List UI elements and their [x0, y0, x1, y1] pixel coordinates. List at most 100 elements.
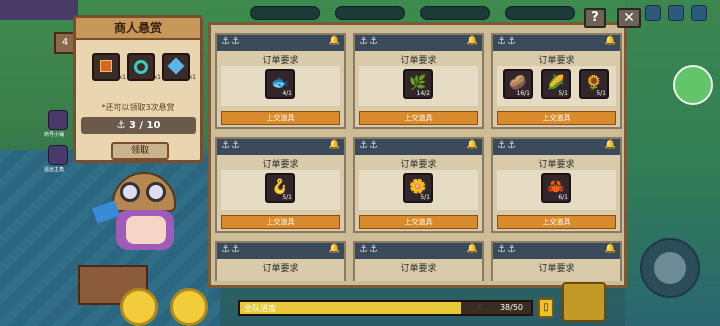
shop-icon[interactable]	[48, 110, 68, 130]
top-hud	[240, 2, 720, 24]
card-header: ⚓⚓ 🔔	[493, 139, 620, 155]
submit-items-button[interactable]: 上交道具	[359, 215, 478, 229]
green-plant-icon[interactable]: 🌿 14/2	[403, 69, 433, 99]
anchor-icon: ⚓	[116, 120, 129, 131]
claim-button[interactable]: 领取	[111, 142, 169, 160]
anchor-icon: ⚓⚓	[359, 36, 379, 47]
treasure-box-icon	[100, 60, 112, 72]
order-card: ⚓⚓ 🔔 订单要求	[215, 241, 346, 281]
order-card: ⚓⚓ 🔔 订单要求 🐟 4/1 上交道具	[215, 33, 346, 129]
bounty-count: ⚓ 3 / 10	[81, 117, 196, 134]
order-title: 订单要求	[400, 56, 437, 66]
teal-ring-icon	[134, 60, 148, 74]
hero-icon[interactable]	[48, 145, 68, 165]
bell-icon: 🔔	[604, 140, 616, 150]
hud-resource-pill	[420, 6, 490, 20]
crab-icon[interactable]: 🦀 6/1	[541, 173, 571, 203]
card-header: ⚓⚓ 🔔	[355, 35, 482, 51]
anchor-icon: ⚓⚓	[359, 140, 379, 151]
bell-icon: 🔔	[328, 244, 340, 254]
bounty-note: *还可以领取3次悬赏	[101, 103, 175, 112]
items-area: 🌿 14/2	[359, 66, 478, 106]
order-title: 订单要求	[262, 56, 299, 66]
card-header: ⚓⚓ 🔔	[217, 243, 344, 259]
orders-grid: ⚓⚓ 🔔 订单要求 🐟 4/1 上交道具 ⚓⚓ 🔔 订单要求 🌿 14/2 上交道具 ⚓…	[215, 33, 622, 281]
top-left-strip	[0, 0, 78, 20]
order-title: 订单要求	[400, 160, 437, 170]
flower-icon[interactable]: 🌼 5/1	[403, 173, 433, 203]
bell-icon: 🔔	[466, 244, 478, 254]
goggle-left-icon	[120, 182, 140, 202]
side-label: 商号小铺	[44, 132, 65, 138]
face-icon	[126, 216, 166, 244]
settings-icon[interactable]	[691, 5, 707, 21]
submit-items-button[interactable]: 上交道具	[221, 215, 340, 229]
bounty-reward-slot[interactable]: x1	[162, 53, 196, 81]
help-button[interactable]: ?	[584, 8, 606, 28]
progress-reward-icon[interactable]: ▯	[538, 298, 554, 318]
anchor-icon: ⚓⚓	[221, 244, 241, 255]
treasure-chest-icon[interactable]	[562, 282, 606, 322]
order-title: 订单要求	[538, 160, 575, 170]
chat-icon[interactable]	[673, 65, 713, 105]
hud-resource-pill	[250, 6, 320, 20]
order-title: 订单要求	[262, 264, 299, 274]
hud-resource-pill	[505, 6, 575, 20]
items-area: 🦀 6/1	[497, 170, 616, 210]
bell-icon: 🔔	[466, 36, 478, 46]
order-title: 订单要求	[538, 56, 575, 66]
submit-items-button[interactable]: 上交道具	[221, 111, 340, 125]
side-label: 遥远主角	[44, 167, 65, 173]
fish-icon[interactable]: 🐟 4/1	[265, 69, 295, 99]
corn-icon[interactable]: 🌽 5/1	[541, 69, 571, 99]
order-card: ⚓⚓ 🔔 订单要求 🌿 14/2 上交道具	[353, 33, 484, 129]
hud-resource-pill	[335, 6, 405, 20]
close-button[interactable]: ✕	[617, 8, 641, 28]
anchor-icon: ⚓⚓	[359, 244, 379, 255]
orders-board: ⚓⚓ 🔔 订单要求 🐟 4/1 上交道具 ⚓⚓ 🔔 订单要求 🌿 14/2 上交道具 ⚓…	[208, 22, 627, 288]
order-card: ⚓⚓ 🔔 订单要求 🦀 6/1 上交道具	[491, 137, 622, 233]
bounty-count-value: 3 / 10	[128, 120, 161, 131]
hand-icon	[654, 252, 686, 284]
card-header: ⚓⚓ 🔔	[493, 243, 620, 259]
merchant-bounty-panel: 商人悬赏 x1 x1 x1 *还可以领取3次悬赏 ⚓ 3 / 10 领取	[73, 15, 203, 163]
order-title: 订单要求	[400, 264, 437, 274]
potato-icon[interactable]: 🥔 16/1	[503, 69, 533, 99]
bell-icon: 🔔	[604, 244, 616, 254]
items-area: 🪝 5/1	[221, 170, 340, 210]
items-area: 🌼 5/1	[359, 170, 478, 210]
bell-icon: 🔔	[466, 140, 478, 150]
order-title: 订单要求	[538, 264, 575, 274]
bell-icon: 🔔	[604, 36, 616, 46]
order-card: ⚓⚓ 🔔 订单要求 🌼 5/1 上交道具	[353, 137, 484, 233]
card-header: ⚓⚓ 🔔	[355, 139, 482, 155]
submit-items-button[interactable]: 上交道具	[359, 111, 478, 125]
anchor-icon: ⚓⚓	[497, 140, 517, 151]
order-title: 订单要求	[262, 160, 299, 170]
goggle-right-icon	[146, 182, 166, 202]
wheel-icon	[170, 288, 208, 326]
team-progress-bar: 全队进度 ⚓ 38/50	[238, 300, 533, 316]
order-card: ⚓⚓ 🔔 订单要求	[353, 241, 484, 281]
card-header: ⚓⚓ 🔔	[493, 35, 620, 51]
wheel-icon	[120, 288, 158, 326]
progress-value: 38/50	[499, 303, 523, 312]
bounty-reward-slot[interactable]: x1	[127, 53, 161, 81]
submit-items-button[interactable]: 上交道具	[497, 215, 616, 229]
card-header: ⚓⚓ 🔔	[355, 243, 482, 259]
menu-icon[interactable]	[668, 5, 684, 21]
fish-hook-icon[interactable]: 🪝 5/1	[265, 173, 295, 203]
anchor-icon: ⚓⚓	[221, 36, 241, 47]
sunflower-icon[interactable]: 🌻 5/1	[579, 69, 609, 99]
submit-items-button[interactable]: 上交道具	[497, 111, 616, 125]
order-card: ⚓⚓ 🔔 订单要求 🥔 16/1 🌽 5/1 🌻 5/1 上交道具	[491, 33, 622, 129]
items-area: 🐟 4/1	[221, 66, 340, 106]
order-card: ⚓⚓ 🔔 订单要求	[491, 241, 622, 281]
anchor-icon: ⚓	[475, 302, 484, 313]
card-header: ⚓⚓ 🔔	[217, 139, 344, 155]
bounty-reward-slot[interactable]: x1	[92, 53, 126, 81]
mail-icon[interactable]	[645, 5, 661, 21]
anchor-icon: ⚓⚓	[221, 140, 241, 151]
items-area: 🥔 16/1 🌽 5/1 🌻 5/1	[497, 66, 616, 106]
bell-icon: 🔔	[328, 36, 340, 46]
